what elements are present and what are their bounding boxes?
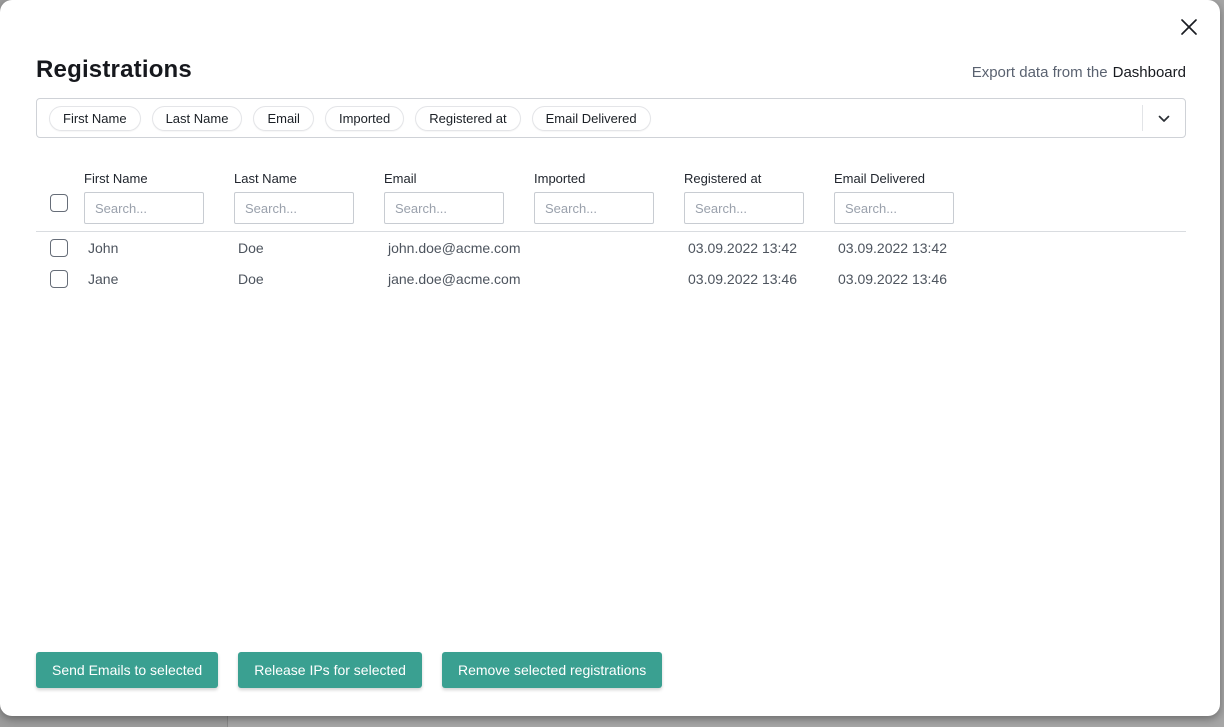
cell-email: john.doe@acme.com [384,240,534,256]
column-imported: Imported [534,171,684,224]
column-header-email-delivered: Email Delivered [834,171,1186,186]
cell-email-delivered: 03.09.2022 13:42 [834,240,1186,256]
filter-pill-email[interactable]: Email [253,106,314,131]
cell-email: jane.doe@acme.com [384,271,534,287]
column-email: Email [384,171,534,224]
search-input-last-name[interactable] [234,192,354,224]
cell-last-name: Doe [234,271,384,287]
column-last-name: Last Name [234,171,384,224]
select-all-checkbox[interactable] [50,194,68,212]
chevron-down-icon [1158,111,1170,126]
actions-bar: Send Emails to selected Release IPs for … [36,652,662,688]
filter-bar: First Name Last Name Email Imported Regi… [36,98,1186,138]
export-hint: Export data from the Dashboard [972,64,1186,81]
export-hint-text: Export data from the [972,64,1108,81]
cell-email-delivered: 03.09.2022 13:46 [834,271,1186,287]
row-checkbox[interactable] [50,270,68,288]
column-header-email: Email [384,171,534,186]
cell-first-name: John [84,240,234,256]
search-input-email[interactable] [384,192,504,224]
cell-registered-at: 03.09.2022 13:46 [684,271,834,287]
registrations-modal: Registrations Export data from the Dashb… [0,0,1220,716]
cell-first-name: Jane [84,271,234,287]
column-first-name: First Name [84,171,234,224]
release-ips-button[interactable]: Release IPs for selected [238,652,422,688]
table-row: John Doe john.doe@acme.com 03.09.2022 13… [36,232,1186,263]
filter-pill-last-name[interactable]: Last Name [152,106,243,131]
search-input-email-delivered[interactable] [834,192,954,224]
search-input-registered-at[interactable] [684,192,804,224]
table-row: Jane Doe jane.doe@acme.com 03.09.2022 13… [36,263,1186,294]
row-checkbox[interactable] [50,239,68,257]
close-button[interactable] [1178,16,1200,38]
search-input-imported[interactable] [534,192,654,224]
filter-pill-imported[interactable]: Imported [325,106,404,131]
table-header-row: First Name Last Name Email Imported Regi… [36,171,1186,224]
search-input-first-name[interactable] [84,192,204,224]
column-email-delivered: Email Delivered [834,171,1186,224]
cell-last-name: Doe [234,240,384,256]
column-registered-at: Registered at [684,171,834,224]
filter-pill-registered-at[interactable]: Registered at [415,106,520,131]
send-emails-button[interactable]: Send Emails to selected [36,652,218,688]
column-header-last-name: Last Name [234,171,384,186]
registrations-table: First Name Last Name Email Imported Regi… [36,171,1186,294]
filter-pill-email-delivered[interactable]: Email Delivered [532,106,651,131]
modal-header: Registrations Export data from the Dashb… [36,0,1186,84]
page-title: Registrations [36,56,192,84]
filter-pill-first-name[interactable]: First Name [49,106,141,131]
cell-registered-at: 03.09.2022 13:42 [684,240,834,256]
close-icon [1180,18,1198,36]
filter-dropdown-button[interactable] [1143,99,1185,137]
column-header-registered-at: Registered at [684,171,834,186]
column-header-first-name: First Name [84,171,234,186]
column-header-imported: Imported [534,171,684,186]
remove-registrations-button[interactable]: Remove selected registrations [442,652,662,688]
dashboard-link[interactable]: Dashboard [1113,64,1186,81]
